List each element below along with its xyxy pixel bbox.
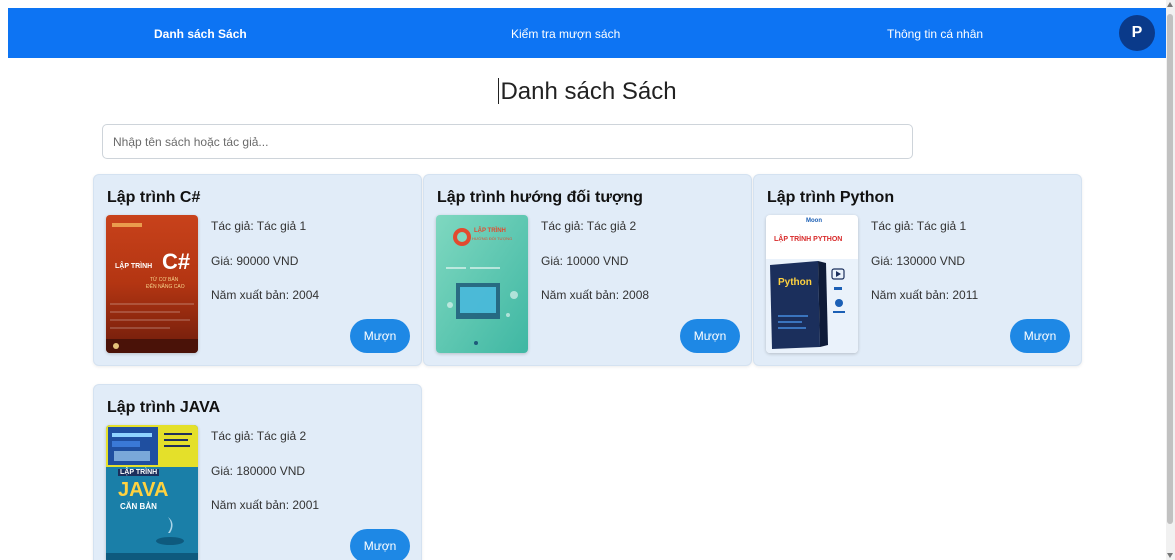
book-card: Lập trình hướng đối tượng LẬP TRÌNH HƯỚN… (423, 174, 752, 366)
borrow-button[interactable]: Mượn (350, 319, 410, 353)
cover-text: LẬP TRÌNH PYTHON (774, 236, 843, 243)
book-title: Lập trình JAVA (107, 399, 221, 416)
book-price: Giá: 180000 VND (211, 464, 306, 478)
book-year: Năm xuất bản: 2004 (211, 288, 320, 302)
scroll-up-icon[interactable] (1167, 2, 1173, 7)
page-title-wrap: Danh sách Sách (0, 78, 1175, 106)
book-price: Giá: 90000 VND (211, 254, 299, 268)
cover-text: Python (778, 277, 812, 288)
book-cover-csharp: LẬP TRÌNH C# TỪ CƠ BẢN ĐẾN NÂNG CAO (106, 215, 198, 353)
book-card: Lập trình C# LẬP TRÌNH C# TỪ CƠ BẢN ĐẾN … (93, 174, 422, 366)
cover-text: C# (162, 249, 191, 274)
book-title: Lập trình Python (767, 189, 895, 206)
avatar[interactable]: P (1119, 15, 1155, 51)
book-author: Tác giả: Tác giả 1 (871, 219, 967, 233)
book-card: Lập trình JAVA LẬP TRÌNH JAVA CĂN BẢN Tá… (93, 384, 422, 560)
book-title: Lập trình C# (107, 189, 201, 206)
book-year: Năm xuất bản: 2011 (871, 288, 979, 302)
cover-text: HƯỚNG ĐỐI TƯỢNG (472, 236, 513, 241)
search-input[interactable] (102, 124, 913, 159)
book-card: Lập trình Python Moon LẬP TRÌNH PYTHON P… (753, 174, 1082, 366)
nav-item-check-borrow[interactable]: Kiểm tra mượn sách (511, 27, 620, 41)
book-price: Giá: 130000 VND (871, 254, 966, 268)
cover-text: ĐẾN NÂNG CAO (146, 284, 185, 290)
cover-text: LẬP TRÌNH (118, 469, 160, 476)
book-author: Tác giả: Tác giả 2 (211, 429, 307, 443)
nav-item-profile[interactable]: Thông tin cá nhân (887, 27, 983, 41)
book-year: Năm xuất bản: 2001 (211, 498, 320, 512)
cover-text: JAVA (118, 479, 169, 501)
book-title: Lập trình hướng đối tượng (437, 189, 643, 206)
cover-text: CĂN BẢN (120, 502, 157, 511)
page-title: Danh sách Sách (500, 78, 677, 105)
borrow-button[interactable]: Mượn (1010, 319, 1070, 353)
cover-text: LẬP TRÌNH (115, 263, 153, 270)
nav-item-book-list[interactable]: Danh sách Sách (154, 27, 247, 41)
book-price: Giá: 10000 VND (541, 254, 629, 268)
book-author: Tác giả: Tác giả 1 (211, 219, 307, 233)
book-year: Năm xuất bản: 2008 (541, 288, 650, 302)
book-author: Tác giả: Tác giả 2 (541, 219, 637, 233)
cover-text: TỪ CƠ BẢN (150, 277, 179, 283)
book-cover-java: LẬP TRÌNH JAVA CĂN BẢN (106, 425, 198, 560)
book-cover-oop: LẬP TRÌNH HƯỚNG ĐỐI TƯỢNG (436, 215, 528, 353)
top-navbar: Danh sách Sách Kiểm tra mượn sách Thông … (8, 8, 1166, 58)
book-cover-python: Moon LẬP TRÌNH PYTHON Python (766, 215, 858, 353)
scroll-down-icon[interactable] (1167, 553, 1173, 558)
cover-text: LẬP TRÌNH (474, 228, 506, 234)
cover-text: Moon (806, 218, 822, 224)
borrow-button[interactable]: Mượn (680, 319, 740, 353)
borrow-button[interactable]: Mượn (350, 529, 410, 560)
